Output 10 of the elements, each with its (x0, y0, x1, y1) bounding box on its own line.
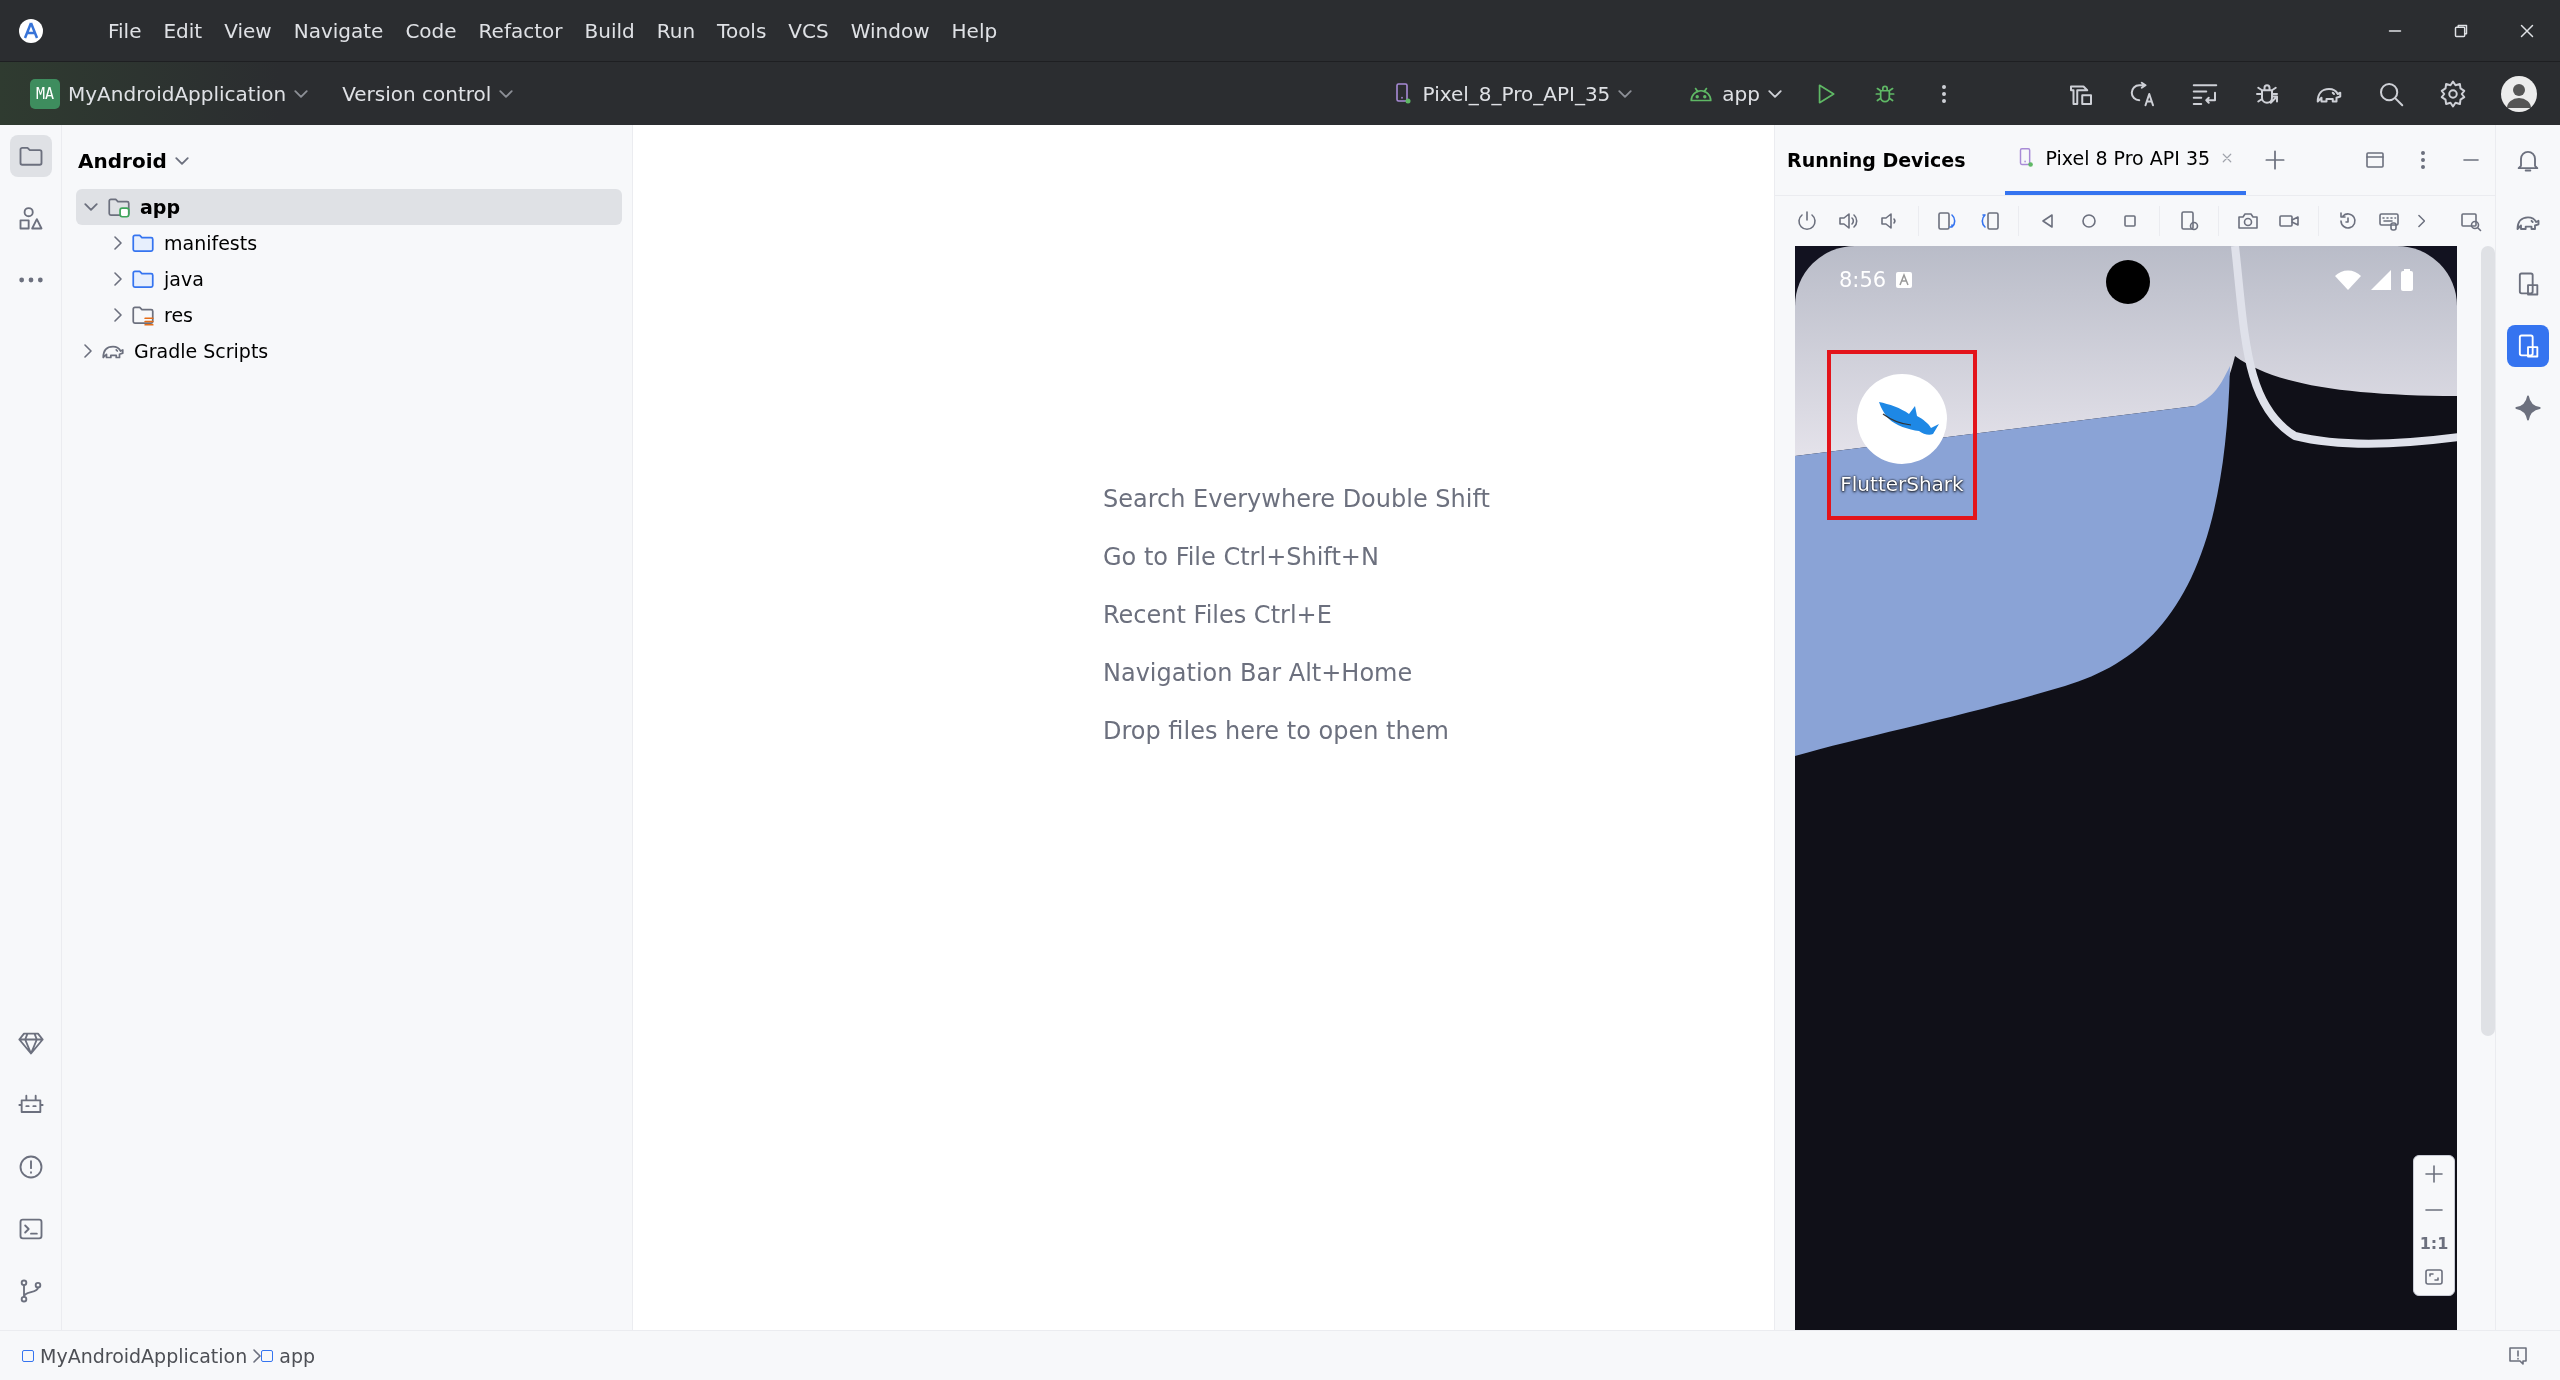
editor-hint: Search Everywhere Double Shift (1103, 485, 1491, 513)
editor-hint: Drop files here to open them (1103, 717, 1450, 745)
editor-hint: Recent Files Ctrl+E (1103, 601, 1333, 629)
project-name: MyAndroidApplication (68, 81, 287, 106)
panel-title: Running Devices (1787, 149, 1966, 171)
project-badge: MA (30, 78, 60, 109)
editor-hint: Navigation Bar Alt+Home (1103, 659, 1414, 687)
app-label: FlutterShark (1840, 472, 1964, 496)
editor-hint: Go to File Ctrl+Shift+N (1103, 543, 1380, 571)
status-time: 8:56 (1839, 268, 1887, 292)
